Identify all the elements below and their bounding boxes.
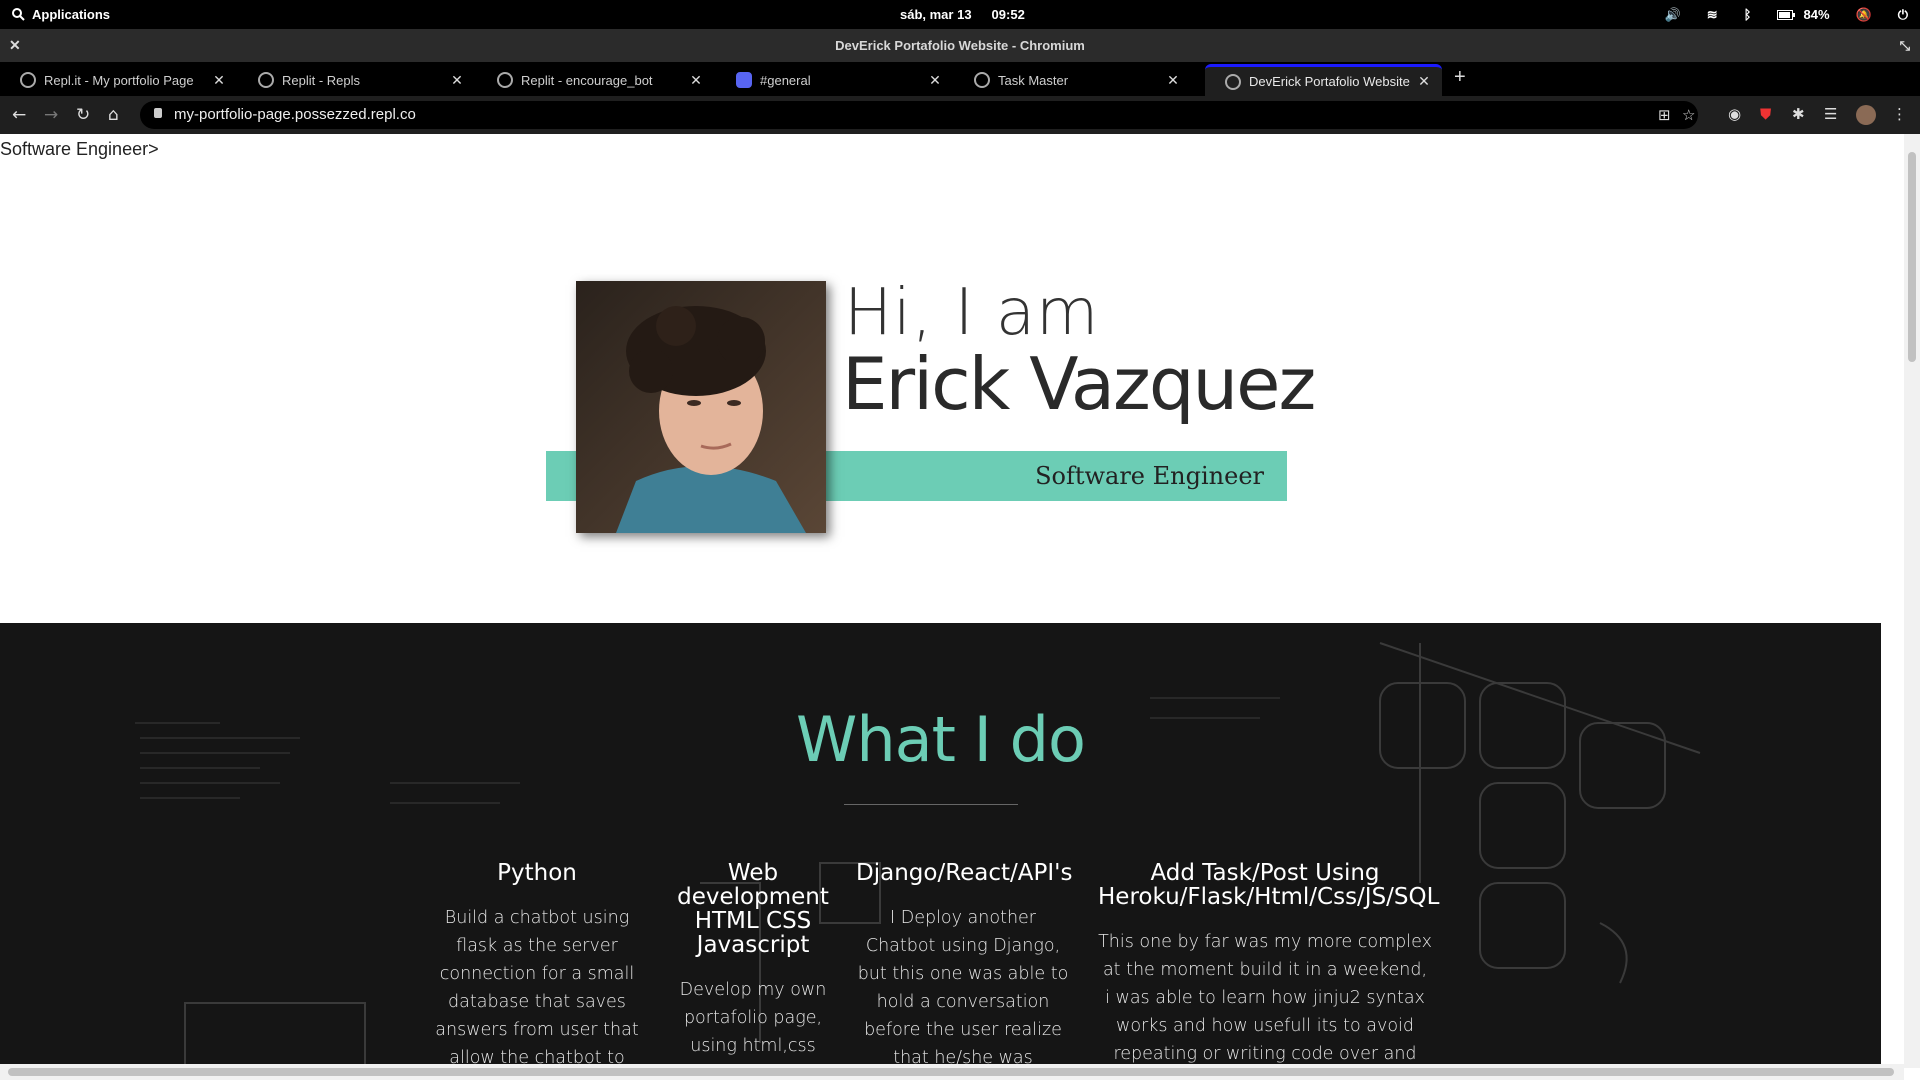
extensions-puzzle-icon[interactable]: ✱ [1792,105,1805,123]
applications-menu[interactable]: Applications [12,0,110,29]
forward-arrow-icon[interactable]: → [44,105,58,125]
skill-description: Build a chatbot using flask as the serve… [435,908,639,1068]
wifi-icon[interactable]: ≋ [1707,7,1718,23]
tab-repl-portfolio[interactable]: Repl.it - My portfolio Page ✕ [0,64,237,96]
skill-description: I Deploy another Chatbot using Django, b… [857,908,1069,1068]
window-title: DevErick Portafolio Website - Chromium [835,38,1085,53]
page-viewport: Software Engineer> Software Engineer Hi,… [0,134,1904,1068]
system-tray[interactable]: 🔊 ≋ ᛒ 84% 🔕 ⏻ [1665,0,1908,29]
replit-favicon-icon [20,72,36,88]
tab-replit-encourage-bot[interactable]: Replit - encourage_bot ✕ [477,64,714,96]
window-restore-icon[interactable]: ⤡ [1900,38,1910,54]
tab-label: Repl.it - My portfolio Page [44,72,194,88]
battery-percent: 84% [1803,7,1830,22]
what-i-do-section: What I do Python Build a chatbot using f… [0,623,1881,1068]
tab-label: Replit - Repls [282,72,361,88]
discord-favicon-icon [736,72,752,88]
skill-card-python: Python Build a chatbot using flask as th… [430,861,644,1068]
skill-title: Add Task/Post Using Heroku/Flask/Html/Cs… [1098,860,1440,910]
bookmark-star-icon[interactable]: ☆ [1682,106,1695,124]
skill-description: Develop my own portafolio page, using ht… [679,980,827,1056]
notifications-muted-icon[interactable]: 🔕 [1856,7,1872,23]
skill-title: Python [497,860,577,886]
horizontal-scroll-thumb[interactable] [8,1068,1894,1076]
menu-kebab-icon[interactable]: ⋮ [1892,105,1907,123]
section-title: What I do [796,703,1086,776]
tab-replit-repls[interactable]: Replit - Repls ✕ [238,64,475,96]
battery-indicator[interactable]: 84% [1777,7,1830,22]
url-text: my-portfolio-page.possezzed.repl.co [174,106,416,123]
tab-label: Task Master [998,72,1069,88]
skill-title: Django/React/API's [856,860,1073,886]
extension-speedometer-icon[interactable]: ◉ [1728,105,1741,123]
skill-description: This one by far was my more complex at t… [1098,932,1432,1064]
hero-role: Software Engineer [1035,462,1264,490]
tab-close-icon[interactable]: ✕ [211,72,227,89]
replit-favicon-icon [497,72,513,88]
globe-favicon-icon [974,72,990,88]
tab-strip: Repl.it - My portfolio Page ✕ Replit - R… [0,62,1920,96]
back-arrow-icon[interactable]: ← [12,105,26,125]
horizontal-scrollbar[interactable] [0,1064,1904,1080]
new-tab-button[interactable]: + [1454,66,1466,89]
stray-role-text: Software Engineer> [0,139,159,159]
applications-label: Applications [32,7,111,22]
tab-close-icon[interactable]: ✕ [1165,72,1181,89]
profile-avatar-icon[interactable] [1856,105,1876,125]
reload-icon[interactable]: ↻ [76,105,90,125]
vertical-scroll-thumb[interactable] [1908,152,1916,362]
clock[interactable]: sáb, mar 13 09:52 [900,0,1025,29]
profile-photo [576,281,826,533]
tab-close-icon[interactable]: ✕ [1416,73,1432,90]
lock-icon [154,108,162,118]
power-icon[interactable]: ⏻ [1898,7,1908,23]
skill-title: Web development HTML CSS Javascript [677,860,829,958]
system-top-bar: Applications sáb, mar 13 09:52 🔊 ≋ ᛒ 84%… [0,0,1920,29]
vertical-scrollbar[interactable] [1904,134,1920,1068]
replit-favicon-icon [258,72,274,88]
bluetooth-icon[interactable]: ᛒ [1744,7,1752,22]
tab-close-icon[interactable]: ✕ [449,72,465,89]
hero-greeting: Hi, I am [844,276,1100,350]
section-divider [844,804,1018,805]
battery-icon [1777,9,1796,20]
tab-task-master[interactable]: Task Master ✕ [954,64,1191,96]
tab-label: Replit - encourage_bot [521,72,653,88]
tab-close-icon[interactable]: ✕ [688,72,704,89]
ublock-icon[interactable]: ⛊ [1760,105,1771,123]
tab-close-icon[interactable]: ✕ [927,72,943,89]
tab-label: DevErick Portafolio Website [1249,74,1410,89]
translate-icon[interactable]: ⊞ [1658,106,1671,124]
globe-favicon-icon [1225,73,1241,90]
browser-toolbar: ← → ↻ ⌂ my-portfolio-page.possezzed.repl… [0,96,1920,134]
tab-deverick-portfolio[interactable]: DevErick Portafolio Website ✕ [1205,64,1442,96]
search-icon [12,8,25,21]
skill-card-django: Django/React/API's I Deploy another Chat… [856,860,1073,1068]
address-bar[interactable]: my-portfolio-page.possezzed.repl.co ⊞ ☆ [140,101,1698,129]
tab-label: #general [760,72,811,88]
hero-name: Erick Vazquez [842,342,1316,426]
window-title-bar: ✕ DevErick Portafolio Website - Chromium… [0,29,1920,62]
time-text: 09:52 [991,7,1025,22]
date-text: sáb, mar 13 [900,7,972,22]
skill-card-web-dev: Web development HTML CSS Javascript Deve… [674,861,832,1060]
volume-icon[interactable]: 🔊 [1665,7,1681,23]
skill-card-task-app: Add Task/Post Using Heroku/Flask/Html/Cs… [1098,860,1440,1068]
home-icon[interactable]: ⌂ [108,105,119,125]
media-queue-icon[interactable]: ☰ [1824,105,1837,123]
tab-discord-general[interactable]: #general ✕ [716,64,953,96]
